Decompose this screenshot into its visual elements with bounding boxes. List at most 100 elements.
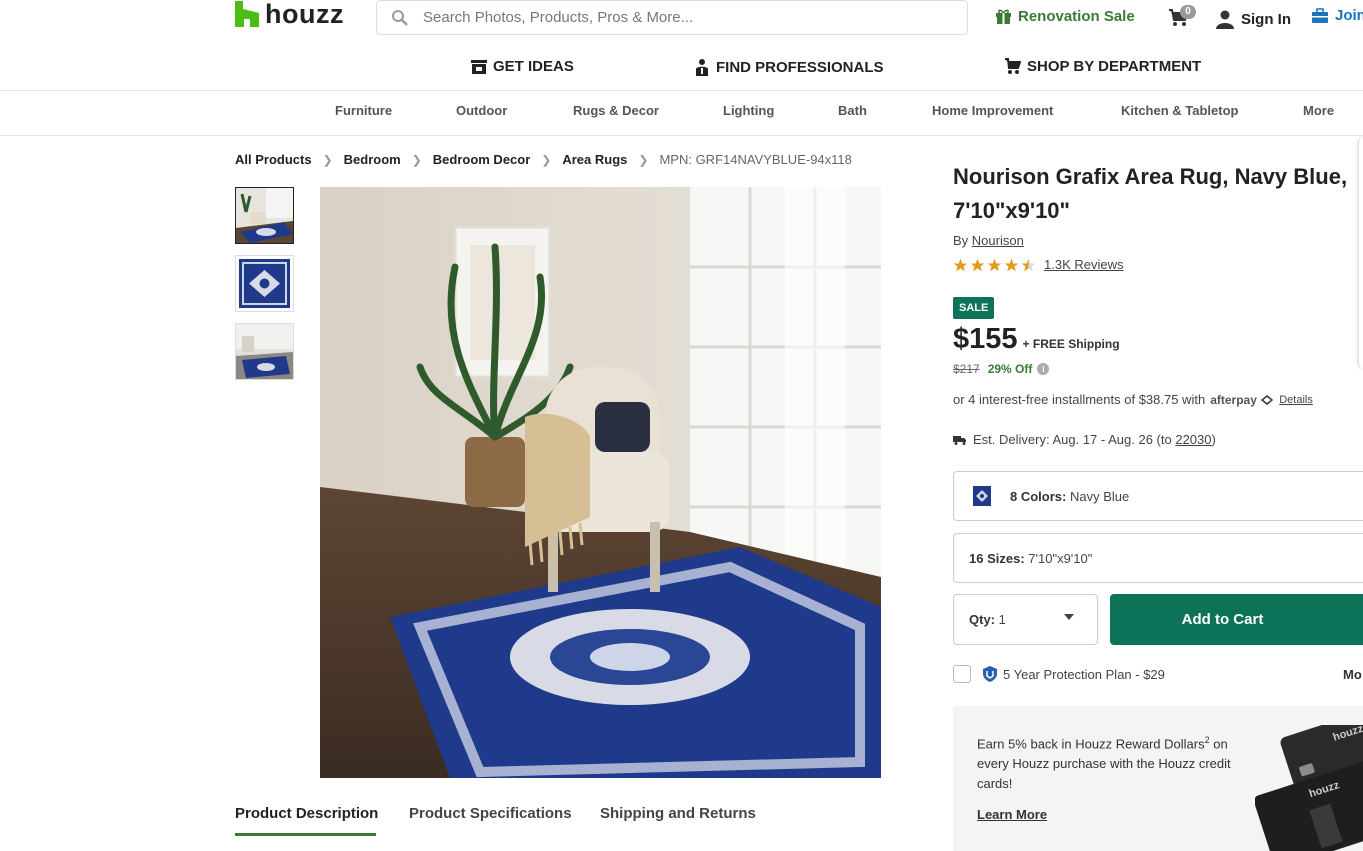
briefcase-icon bbox=[1312, 7, 1328, 23]
color-swatch-icon bbox=[973, 486, 991, 506]
tab-shipping-returns[interactable]: Shipping and Returns bbox=[600, 805, 756, 822]
chevron-right-icon: ❯ bbox=[638, 152, 649, 167]
truck-icon bbox=[953, 435, 966, 445]
chevron-right-icon: ❯ bbox=[322, 152, 333, 167]
by-label: By bbox=[953, 233, 969, 248]
protection-plan-checkbox[interactable] bbox=[953, 665, 971, 683]
protection-more-link[interactable]: Mo bbox=[1343, 667, 1362, 682]
sizes-value: 7'10"x9'10" bbox=[1028, 550, 1093, 566]
nav-shop-label: SHOP BY DEPARTMENT bbox=[1027, 58, 1202, 75]
gift-icon bbox=[996, 9, 1011, 24]
active-tab-underline bbox=[235, 833, 376, 836]
promo-line-1: Earn 5% back in Houzz Reward Dollars bbox=[977, 736, 1205, 752]
protection-plan-row: 5 Year Protection Plan - $29 bbox=[953, 665, 1165, 683]
sign-in-button[interactable]: Sign In bbox=[1215, 9, 1291, 29]
nav-shop-by-department[interactable]: SHOP BY DEPARTMENT bbox=[1004, 58, 1201, 75]
cart-count-badge: 0 bbox=[1180, 5, 1196, 19]
price-row: $155 + FREE Shipping bbox=[953, 323, 1120, 356]
promo-footnote: 2 bbox=[1204, 735, 1210, 745]
quantity-select[interactable]: Qty: 1 bbox=[953, 594, 1098, 645]
afterpay-details-link[interactable]: Details bbox=[1279, 394, 1313, 406]
color-selector[interactable]: 8 Colors: Navy Blue bbox=[953, 471, 1363, 521]
category-home-improvement[interactable]: Home Improvement bbox=[932, 103, 1053, 118]
sizes-count-label: 16 Sizes: bbox=[969, 550, 1025, 566]
nav-find-professionals[interactable]: FIND PROFESSIONALS bbox=[694, 58, 884, 76]
promo-text: Earn 5% back in Houzz Reward Dollars2 on… bbox=[977, 730, 1237, 794]
afterpay-logo: afterpay bbox=[1210, 393, 1274, 407]
reviews-link[interactable]: 1.3K Reviews bbox=[1044, 257, 1123, 272]
thumbnail-3[interactable] bbox=[235, 323, 294, 380]
category-kitchen-tabletop[interactable]: Kitchen & Tabletop bbox=[1121, 103, 1238, 118]
cart-button[interactable]: 0 bbox=[1168, 5, 1196, 28]
sale-badge: SALE bbox=[953, 297, 995, 319]
category-more[interactable]: More bbox=[1303, 103, 1334, 118]
breadcrumb-bedroom[interactable]: Bedroom bbox=[344, 152, 401, 167]
category-lighting[interactable]: Lighting bbox=[723, 103, 774, 118]
star-rating-icon bbox=[953, 258, 1036, 272]
category-outdoor[interactable]: Outdoor bbox=[456, 103, 507, 118]
shipping-info: + FREE Shipping bbox=[1022, 337, 1120, 351]
rating[interactable]: 1.3K Reviews bbox=[953, 257, 1123, 272]
delivery-row: Est. Delivery: Aug. 17 - Aug. 26 (to 220… bbox=[953, 432, 1216, 447]
chevron-right-icon: ❯ bbox=[541, 152, 552, 167]
old-price-row: $217 29% Off i bbox=[953, 362, 1050, 376]
thumbnail-1[interactable] bbox=[235, 187, 294, 244]
current-price: $155 bbox=[953, 323, 1018, 355]
qty-value: 1 bbox=[998, 612, 1006, 627]
category-bath[interactable]: Bath bbox=[838, 103, 867, 118]
shield-icon bbox=[983, 666, 997, 682]
delivery-zip-link[interactable]: 22030 bbox=[1175, 432, 1211, 447]
breadcrumb-all-products[interactable]: All Products bbox=[235, 152, 312, 167]
protection-plan-label: 5 Year Protection Plan - $29 bbox=[1003, 666, 1165, 682]
size-selector[interactable]: 16 Sizes: 7'10"x9'10" bbox=[953, 533, 1363, 583]
search-icon bbox=[392, 9, 408, 26]
product-mpn: MPN: GRF14NAVYBLUE-94x118 bbox=[659, 152, 852, 167]
category-furniture[interactable]: Furniture bbox=[335, 103, 392, 118]
credit-card-image: houzz houzz bbox=[1255, 725, 1363, 851]
sign-in-label: Sign In bbox=[1241, 10, 1291, 28]
renovation-sale-label: Renovation Sale bbox=[1018, 8, 1135, 25]
ideas-icon bbox=[471, 59, 487, 74]
nav-find-professionals-label: FIND PROFESSIONALS bbox=[716, 58, 884, 76]
learn-more-link[interactable]: Learn More bbox=[977, 807, 1047, 822]
afterpay-text: afterpay bbox=[1210, 392, 1257, 407]
search-input[interactable] bbox=[421, 8, 945, 27]
info-icon[interactable]: i bbox=[1037, 363, 1050, 375]
header-divider bbox=[0, 90, 1363, 91]
professional-icon bbox=[696, 59, 708, 76]
join-button[interactable]: Join bbox=[1311, 7, 1363, 24]
search-bar[interactable] bbox=[376, 0, 968, 35]
delivery-text: Est. Delivery: Aug. 17 - Aug. 26 (to bbox=[973, 432, 1172, 447]
qty-label: Qty: bbox=[969, 612, 995, 627]
tab-product-specifications[interactable]: Product Specifications bbox=[409, 805, 572, 822]
brand-name: houzz bbox=[265, 0, 344, 29]
join-label: Join bbox=[1335, 7, 1363, 24]
discount-label: 29% Off bbox=[987, 362, 1033, 376]
houzz-logo-icon bbox=[235, 1, 259, 27]
user-icon bbox=[1216, 10, 1234, 29]
category-rugs-decor[interactable]: Rugs & Decor bbox=[573, 103, 659, 118]
houzz-logo[interactable]: houzz bbox=[235, 0, 344, 28]
thumbnail-2[interactable] bbox=[235, 255, 294, 312]
category-divider bbox=[0, 135, 1363, 136]
chevron-right-icon: ❯ bbox=[411, 152, 422, 167]
afterpay-arrows-icon bbox=[1261, 395, 1274, 406]
add-to-cart-button[interactable]: Add to Cart bbox=[1110, 594, 1363, 645]
product-title: Nourison Grafix Area Rug, Navy Blue, 7'1… bbox=[953, 164, 1348, 223]
caret-down-icon bbox=[1064, 614, 1074, 620]
brand-link[interactable]: Nourison bbox=[972, 233, 1024, 248]
breadcrumb-bedroom-decor[interactable]: Bedroom Decor bbox=[433, 152, 531, 167]
product-main-image[interactable] bbox=[320, 187, 881, 778]
tab-product-description[interactable]: Product Description bbox=[235, 805, 378, 822]
colors-count-label: 8 Colors: bbox=[1010, 488, 1067, 504]
breadcrumb: All Products ❯ Bedroom ❯ Bedroom Decor ❯… bbox=[235, 152, 852, 167]
shop-cart-icon bbox=[1005, 58, 1021, 74]
delivery-suffix: ) bbox=[1211, 432, 1216, 447]
nav-get-ideas[interactable]: GET IDEAS bbox=[471, 58, 574, 75]
original-price: $217 bbox=[953, 362, 980, 376]
breadcrumb-area-rugs[interactable]: Area Rugs bbox=[562, 152, 627, 167]
product-brand-line: By Nourison bbox=[953, 233, 1024, 248]
colors-value: Navy Blue bbox=[1069, 488, 1130, 504]
installments-text: or 4 interest-free installments of $38.7… bbox=[953, 392, 1206, 407]
renovation-sale-link[interactable]: Renovation Sale bbox=[995, 8, 1135, 25]
